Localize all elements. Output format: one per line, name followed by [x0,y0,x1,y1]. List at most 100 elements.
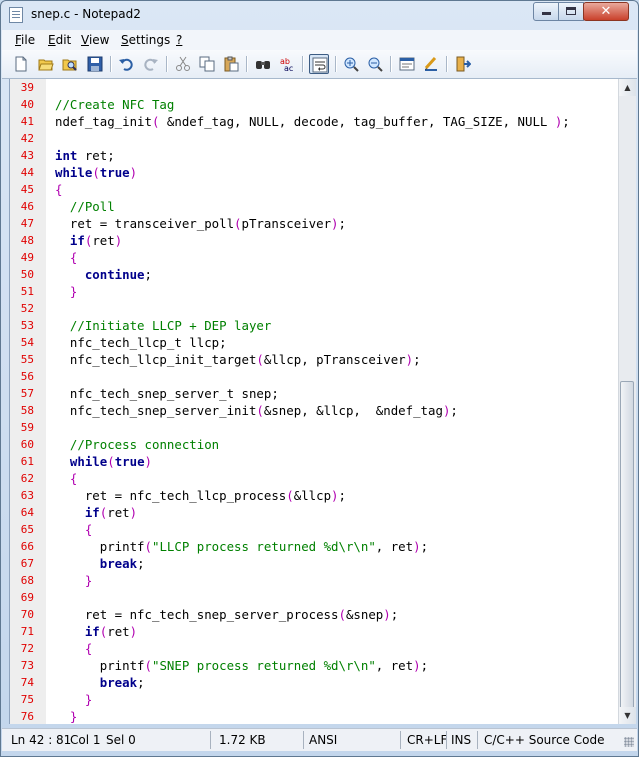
code-text[interactable]: printf("LLCP process returned %d\r\n", r… [55,538,428,555]
replace-button[interactable]: ab ac [277,54,297,74]
save-button[interactable] [85,54,105,74]
code-text[interactable]: ndef_tag_init( &ndef_tag, NULL, decode, … [55,113,570,130]
redo-button[interactable] [141,54,161,74]
scroll-down-arrow-icon[interactable]: ▼ [619,707,636,724]
code-line[interactable]: 42 [10,130,619,147]
code-text[interactable]: //Poll [55,198,115,215]
code-line[interactable]: 43 int ret; [10,147,619,164]
maximize-button[interactable] [558,2,584,21]
code-text[interactable]: } [55,572,92,589]
scheme-button[interactable] [397,54,417,74]
code-line[interactable]: 67 break; [10,555,619,572]
code-line[interactable]: 63 ret = nfc_tech_llcp_process(&llcp); [10,487,619,504]
code-text[interactable]: { [55,521,92,538]
code-line[interactable]: 62 { [10,470,619,487]
code-text[interactable]: ret = nfc_tech_llcp_process(&llcp); [55,487,346,504]
status-insert-mode[interactable]: INS [451,733,471,747]
copy-button[interactable] [197,54,217,74]
code-line[interactable]: 69 [10,589,619,606]
code-text[interactable]: if(ret) [55,504,137,521]
code-line[interactable]: 51 } [10,283,619,300]
code-line[interactable]: 73 printf("SNEP process returned %d\r\n"… [10,657,619,674]
code-text[interactable]: } [55,708,77,724]
resize-grip-icon[interactable] [624,737,634,747]
new-button[interactable] [11,54,31,74]
code-text[interactable]: nfc_tech_snep_server_init(&snep, &llcp, … [55,402,458,419]
code-line[interactable]: 65 { [10,521,619,538]
code-line[interactable]: 54 nfc_tech_llcp_t llcp; [10,334,619,351]
code-line[interactable]: 53 //Initiate LLCP + DEP layer [10,317,619,334]
code-text[interactable]: if(ret) [55,623,137,640]
close-button[interactable]: ✕ [583,2,629,21]
customize-button[interactable] [421,54,441,74]
code-line[interactable]: 47 ret = transceiver_poll(pTransceiver); [10,215,619,232]
code-text[interactable]: //Create NFC Tag [55,96,174,113]
exit-button[interactable] [453,54,473,74]
code-editor[interactable]: 39 40 //Create NFC Tag 41 ndef_tag_init( &nd… [9,79,619,724]
code-line[interactable]: 48 if(ret) [10,232,619,249]
find-button[interactable] [253,54,273,74]
code-line[interactable]: 50 continue; [10,266,619,283]
code-text[interactable]: break; [55,674,145,691]
undo-button[interactable] [116,54,136,74]
minimize-button[interactable] [533,2,559,21]
code-text[interactable]: int ret; [55,147,115,164]
scrollbar-thumb[interactable] [620,381,634,719]
code-line[interactable]: 41 ndef_tag_init( &ndef_tag, NULL, decode… [10,113,619,130]
code-line[interactable]: 72 { [10,640,619,657]
code-text[interactable]: if(ret) [55,232,122,249]
code-text[interactable]: { [55,181,62,198]
code-line[interactable]: 57 nfc_tech_snep_server_t snep; [10,385,619,402]
browse-button[interactable] [60,54,80,74]
code-line[interactable]: 44 while(true) [10,164,619,181]
code-text[interactable]: nfc_tech_snep_server_t snep; [55,385,279,402]
code-text[interactable]: nfc_tech_llcp_t llcp; [55,334,227,351]
code-text[interactable]: while(true) [55,164,137,181]
word-wrap-button[interactable] [309,54,329,74]
code-text[interactable]: printf("SNEP process returned %d\r\n", r… [55,657,428,674]
status-scheme[interactable]: C/C++ Source Code [484,733,604,747]
code-line[interactable]: 75 } [10,691,619,708]
code-text[interactable]: //Initiate LLCP + DEP layer [55,317,271,334]
code-line[interactable]: 45 { [10,181,619,198]
code-line[interactable]: 52 [10,300,619,317]
code-text[interactable]: } [55,283,77,300]
code-text[interactable]: while(true) [55,453,152,470]
status-line-endings[interactable]: CR+LF [407,733,447,747]
code-line[interactable]: 66 printf("LLCP process returned %d\r\n"… [10,538,619,555]
menu-help[interactable]: ? [176,33,182,47]
code-line[interactable]: 56 [10,368,619,385]
code-text[interactable]: } [55,691,92,708]
code-line[interactable]: 64 if(ret) [10,504,619,521]
menu-edit[interactable]: Edit [48,33,71,47]
code-line[interactable]: 74 break; [10,674,619,691]
code-text[interactable]: ret = nfc_tech_snep_server_process(&snep… [55,606,398,623]
code-line[interactable]: 55 nfc_tech_llcp_init_target(&llcp, pTra… [10,351,619,368]
code-text[interactable]: break; [55,555,145,572]
zoom-out-button[interactable] [365,54,385,74]
code-line[interactable]: 68 } [10,572,619,589]
status-encoding[interactable]: ANSI [309,733,337,747]
code-text[interactable]: nfc_tech_llcp_init_target(&llcp, pTransc… [55,351,421,368]
code-text[interactable]: { [55,249,77,266]
code-line[interactable]: 40 //Create NFC Tag [10,96,619,113]
code-line[interactable]: 58 nfc_tech_snep_server_init(&snep, &llc… [10,402,619,419]
code-text[interactable]: ret = transceiver_poll(pTransceiver); [55,215,346,232]
code-line[interactable]: 46 //Poll [10,198,619,215]
code-text[interactable]: //Process connection [55,436,219,453]
code-line[interactable]: 59 [10,419,619,436]
code-line[interactable]: 76 } [10,708,619,724]
code-text[interactable]: continue; [55,266,152,283]
code-text[interactable]: { [55,470,77,487]
code-line[interactable]: 39 [10,79,619,96]
code-line[interactable]: 71 if(ret) [10,623,619,640]
code-line[interactable]: 70 ret = nfc_tech_snep_server_process(&s… [10,606,619,623]
menu-settings[interactable]: Settings [121,33,170,47]
code-line[interactable]: 61 while(true) [10,453,619,470]
paste-button[interactable] [221,54,241,74]
cut-button[interactable] [173,54,193,74]
code-line[interactable]: 60 //Process connection [10,436,619,453]
menu-file[interactable]: File [15,33,35,47]
code-text[interactable]: { [55,640,92,657]
scroll-up-arrow-icon[interactable]: ▲ [619,79,636,96]
